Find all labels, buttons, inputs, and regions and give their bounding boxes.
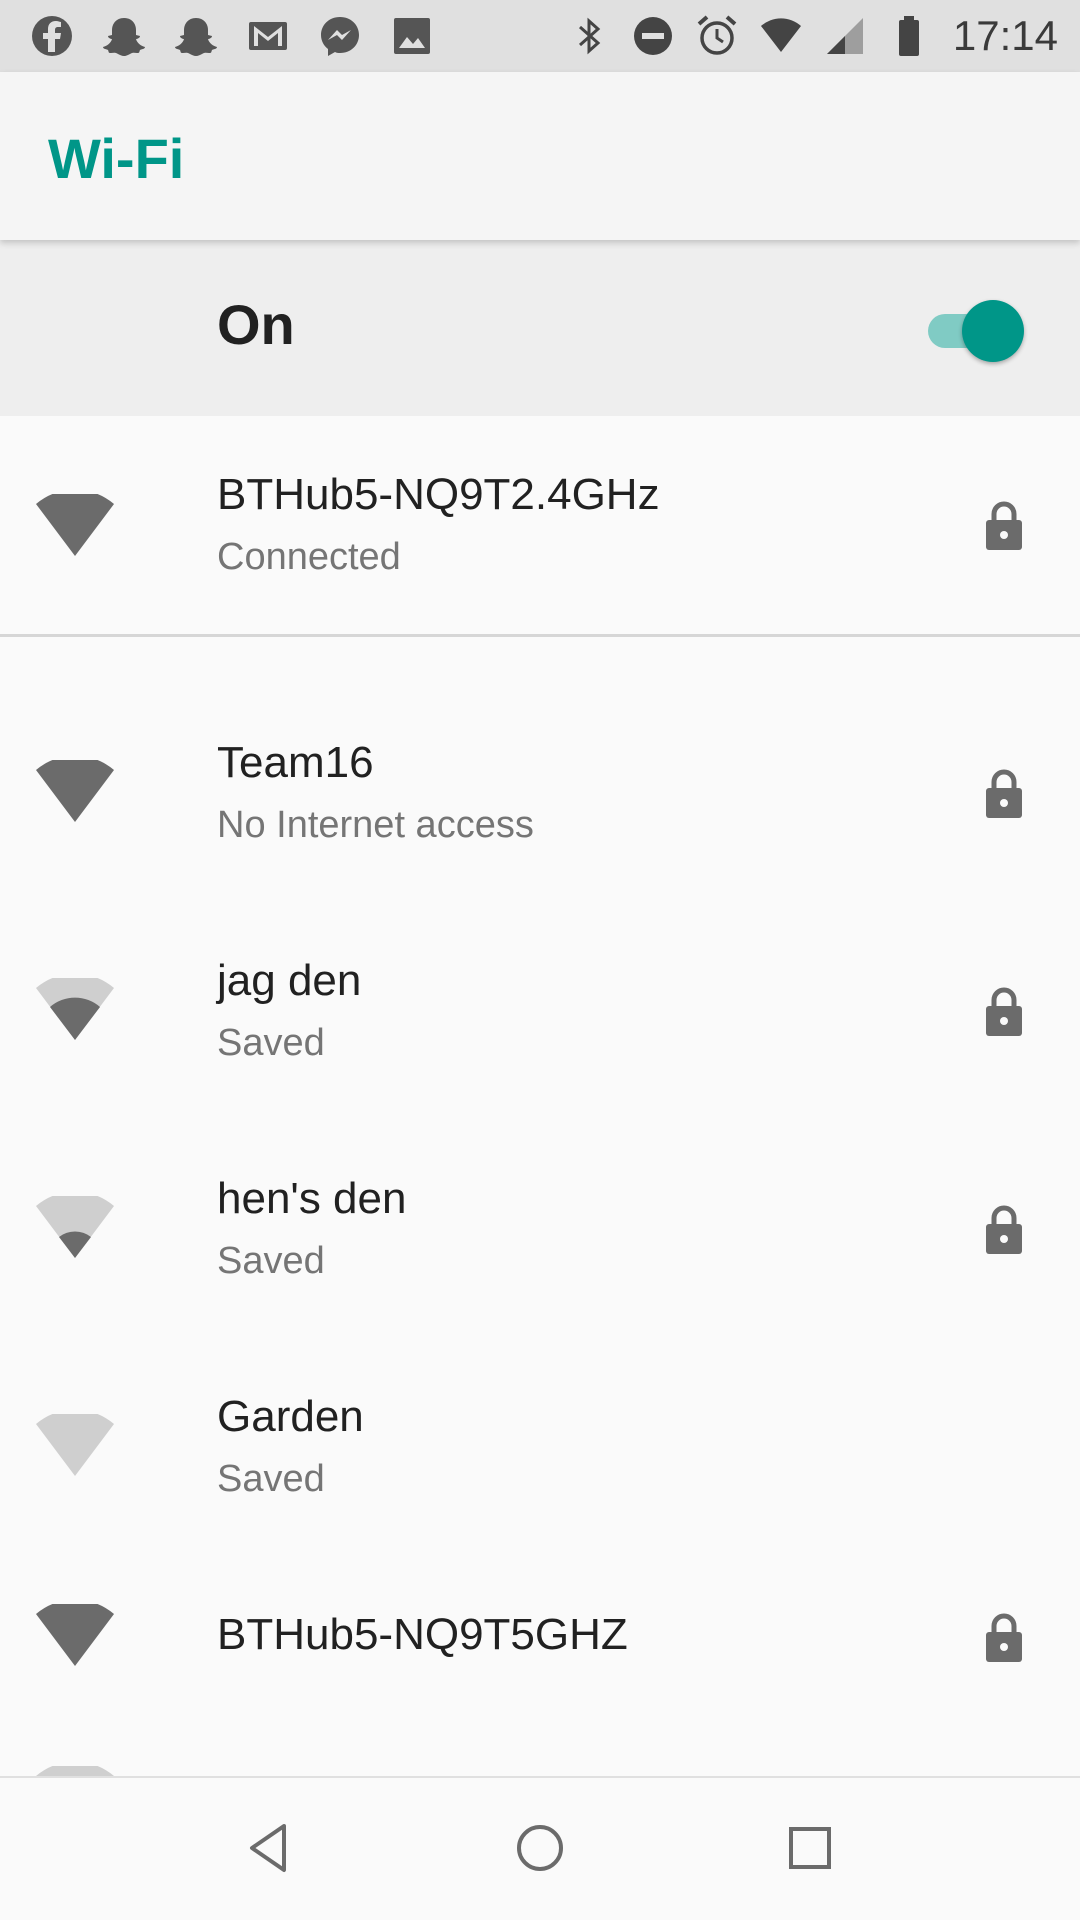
gmail-icon [249, 22, 287, 50]
lock-icon [986, 1205, 1022, 1254]
image-icon [394, 18, 430, 54]
wifi-signal-low-icon [36, 1196, 114, 1258]
network-status: Saved [217, 1240, 325, 1282]
wifi-toggle-switch[interactable] [922, 300, 1026, 362]
page-title: Wi-Fi [48, 127, 185, 190]
lock-icon [986, 769, 1022, 818]
lock-icon [986, 987, 1022, 1036]
do-not-disturb-icon [633, 17, 672, 55]
wifi-signal-full-icon [36, 1604, 114, 1666]
lock-icon [986, 501, 1022, 550]
messenger-icon [321, 17, 359, 56]
snapchat-icon [103, 18, 145, 56]
battery-icon [898, 16, 919, 56]
notification-icons [28, 0, 460, 72]
wifi-signal-full-icon [36, 760, 114, 822]
status-time: 17:14 [952, 12, 1058, 59]
divider [0, 634, 1080, 637]
network-item-hens-den[interactable]: hen's den Saved [0, 1136, 1080, 1316]
lock-icon [986, 1613, 1022, 1662]
snapchat-icon [175, 18, 217, 56]
bluetooth-icon [578, 17, 601, 55]
network-name: Team16 [217, 738, 374, 787]
back-icon[interactable] [240, 1818, 300, 1878]
network-status: Saved [217, 1022, 325, 1064]
network-item-jag-den[interactable]: jag den Saved [0, 918, 1080, 1098]
network-status: Saved [217, 1458, 325, 1500]
system-icons: 17:14 [547, 0, 1058, 72]
wifi-signal-none-icon [36, 1766, 114, 1776]
network-name: Garden [217, 1392, 364, 1441]
wifi-signal-medium-icon [36, 978, 114, 1040]
home-icon[interactable] [510, 1818, 570, 1878]
network-status: No Internet access [217, 804, 534, 846]
network-status: Connected [217, 536, 401, 578]
recents-icon[interactable] [780, 1818, 840, 1878]
wifi-master-switch-bar[interactable]: On [0, 240, 1080, 416]
network-item-bthub-5ghz[interactable]: BTHub5-NQ9T5GHZ [0, 1572, 1080, 1702]
wifi-master-label: On [217, 293, 295, 356]
facebook-icon [32, 16, 72, 56]
switch-thumb [962, 300, 1024, 362]
network-name: jag den [217, 956, 362, 1005]
navigation-bar [0, 1776, 1080, 1920]
network-item-team16[interactable]: Team16 No Internet access [0, 700, 1080, 880]
network-name: BTHub5-NQ9T5GHZ [217, 1610, 628, 1659]
network-item-garden[interactable]: Garden Saved [0, 1354, 1080, 1534]
cell-signal-icon [826, 18, 863, 54]
wifi-signal-icon [760, 18, 801, 52]
network-name: BTHub5-NQ9T2.4GHz [217, 470, 660, 519]
status-bar: 17:14 [0, 0, 1080, 72]
network-item-connected[interactable]: BTHub5-NQ9T2.4GHz Connected [0, 416, 1080, 634]
network-item-partial[interactable] [0, 1762, 1080, 1776]
wifi-signal-full-icon [36, 494, 114, 556]
app-bar: Wi-Fi [0, 72, 1080, 240]
alarm-icon [697, 15, 737, 55]
wifi-signal-none-icon [36, 1414, 114, 1476]
network-name: hen's den [217, 1174, 407, 1223]
